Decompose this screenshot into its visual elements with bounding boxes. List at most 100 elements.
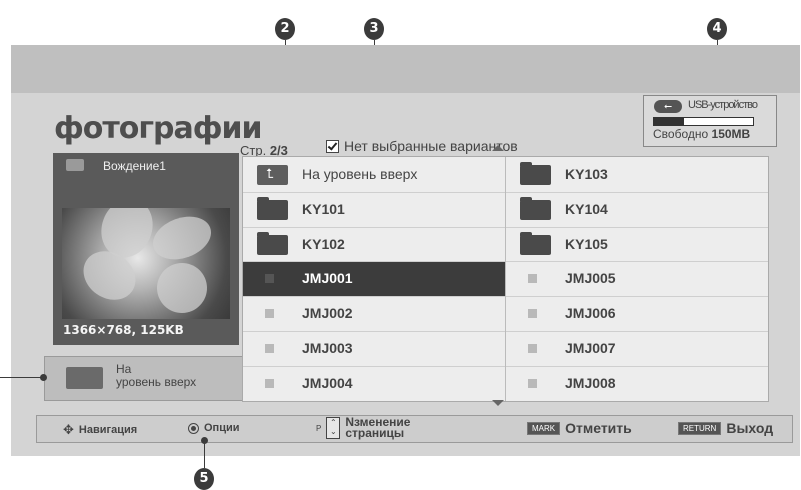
list-item[interactable]: JMJ004 xyxy=(243,366,505,401)
list-item[interactable]: KY104 xyxy=(506,192,768,227)
callout-4: 4 xyxy=(707,18,727,40)
go-up-line2: уровень вверх xyxy=(116,375,197,389)
photo-preview-panel: Вождение1 1366×768, 125KB xyxy=(53,153,239,345)
list-item-label: На уровень вверх xyxy=(302,166,418,182)
list-item[interactable]: JMJ005 xyxy=(506,261,768,296)
photo-thumbnail xyxy=(62,208,230,319)
row-divider xyxy=(506,296,768,298)
folder-icon xyxy=(257,231,288,255)
options-label: Опции xyxy=(204,422,240,434)
callout-up-dot xyxy=(40,374,47,381)
list-item[interactable]: KY101 xyxy=(243,192,505,227)
selection-status: Нет выбранные вариантов xyxy=(326,138,518,154)
photo-file-icon xyxy=(528,309,537,319)
tv-screen: фотографии Стр. 2/3 Нет выбранные вариан… xyxy=(11,45,800,456)
go-up-button[interactable]: На уровень вверх xyxy=(44,356,244,401)
return-label: Выход xyxy=(726,420,774,436)
row-divider xyxy=(243,365,505,367)
list-item-label: JMJ004 xyxy=(302,374,353,391)
scroll-up-arrow-icon[interactable] xyxy=(492,145,504,151)
list-item[interactable]: JMJ008 xyxy=(506,366,768,401)
usb-icon: ⭠ xyxy=(654,100,682,113)
mark-label: Отметить xyxy=(565,420,632,436)
options-icon xyxy=(188,422,199,434)
row-divider xyxy=(506,261,768,263)
list-item[interactable]: KY105 xyxy=(506,227,768,262)
photo-folder-icon xyxy=(66,159,84,171)
callout-5: 5 xyxy=(194,468,214,490)
list-item-label: JMJ005 xyxy=(565,270,616,287)
row-divider xyxy=(243,261,505,263)
list-item[interactable]: KY103 xyxy=(506,157,768,192)
row-divider xyxy=(506,365,768,367)
usb-capacity-bar xyxy=(653,117,754,126)
list-item[interactable]: JMJ001 xyxy=(243,261,505,297)
list-item[interactable]: KY102 xyxy=(243,227,505,262)
list-item-label: KY104 xyxy=(565,200,608,217)
checkbox-icon xyxy=(326,139,339,153)
hint-navigation: ✥ Навигация xyxy=(63,422,137,438)
top-band xyxy=(11,45,800,93)
callout-up-line xyxy=(0,377,44,378)
page-up-down-icon: ⌃ ⌄ xyxy=(326,417,341,439)
row-divider xyxy=(243,296,505,298)
usb-free-space: Свободно 150MB xyxy=(653,127,750,141)
photo-file-icon xyxy=(265,274,274,284)
preview-info: 1366×768, 125KB xyxy=(63,323,184,337)
row-divider xyxy=(243,191,505,193)
usb-device-panel: ⭠ USB-устройство Свободно 150MB xyxy=(643,95,777,147)
scroll-down-arrow-icon[interactable] xyxy=(492,400,504,406)
list-item[interactable]: JMJ002 xyxy=(243,296,505,331)
usb-free-value: 150MB xyxy=(711,127,751,141)
usb-free-label: Свободно xyxy=(653,127,709,141)
list-item[interactable]: JMJ003 xyxy=(243,331,505,366)
list-item-label: KY105 xyxy=(565,235,608,252)
photo-file-icon xyxy=(528,378,537,388)
hint-page-change: P ⌃ ⌄ Nзменение страницы xyxy=(316,416,410,440)
return-key: RETURN xyxy=(678,421,722,435)
folder-icon xyxy=(520,196,551,220)
usb-capacity-fill xyxy=(654,118,684,125)
folder-icon xyxy=(257,196,288,220)
list-item-label: KY103 xyxy=(565,166,608,182)
usb-device-name: USB-устройство xyxy=(688,99,758,111)
go-up-label: На уровень вверх xyxy=(116,363,196,389)
photo-file-icon xyxy=(528,274,537,284)
hint-return: RETURN Выход xyxy=(678,420,773,436)
list-item-label: JMJ008 xyxy=(565,374,616,391)
preview-name: Вождение1 xyxy=(103,159,166,173)
folder-up-icon xyxy=(66,367,103,389)
list-item[interactable]: На уровень вверх xyxy=(243,157,505,192)
photo-file-icon xyxy=(265,378,274,388)
row-divider xyxy=(506,331,768,332)
list-item[interactable]: JMJ006 xyxy=(506,296,768,331)
list-item-label: KY102 xyxy=(302,235,345,252)
list-item[interactable]: JMJ007 xyxy=(506,331,768,366)
callout-3: 3 xyxy=(364,18,384,40)
list-item-label: KY101 xyxy=(302,200,345,217)
photo-file-icon xyxy=(265,309,274,319)
row-divider xyxy=(506,191,768,193)
hint-mark: MARK Отметить xyxy=(527,420,632,436)
list-item-label: JMJ002 xyxy=(302,305,353,322)
folder-up-icon xyxy=(257,165,288,185)
photo-file-icon xyxy=(528,344,537,353)
hint-options: Опции xyxy=(188,422,240,434)
file-list: На уровень вверх KY101 KY102 JMJ001 JMJ002 JM… xyxy=(242,156,769,402)
dpad-icon: ✥ xyxy=(63,422,74,437)
callout-5-line xyxy=(204,441,205,468)
list-item-label: JMJ003 xyxy=(302,340,353,356)
folder-icon xyxy=(520,231,551,255)
row-divider xyxy=(243,331,505,332)
photo-file-icon xyxy=(265,344,274,353)
mark-key: MARK xyxy=(527,421,561,435)
preview-header: Вождение1 xyxy=(53,153,239,178)
list-item-label: JMJ001 xyxy=(302,270,353,287)
page-title: фотографии xyxy=(54,111,263,146)
callout-2: 2 xyxy=(275,18,295,40)
page-change-label: Nзменение страницы xyxy=(345,416,410,440)
bottom-help-bar: ✥ Навигация Опции P ⌃ ⌄ Nзменение страниц… xyxy=(36,415,793,443)
list-item-label: JMJ007 xyxy=(565,340,616,356)
page-change-line2: страницы xyxy=(345,426,405,440)
row-divider xyxy=(506,226,768,228)
